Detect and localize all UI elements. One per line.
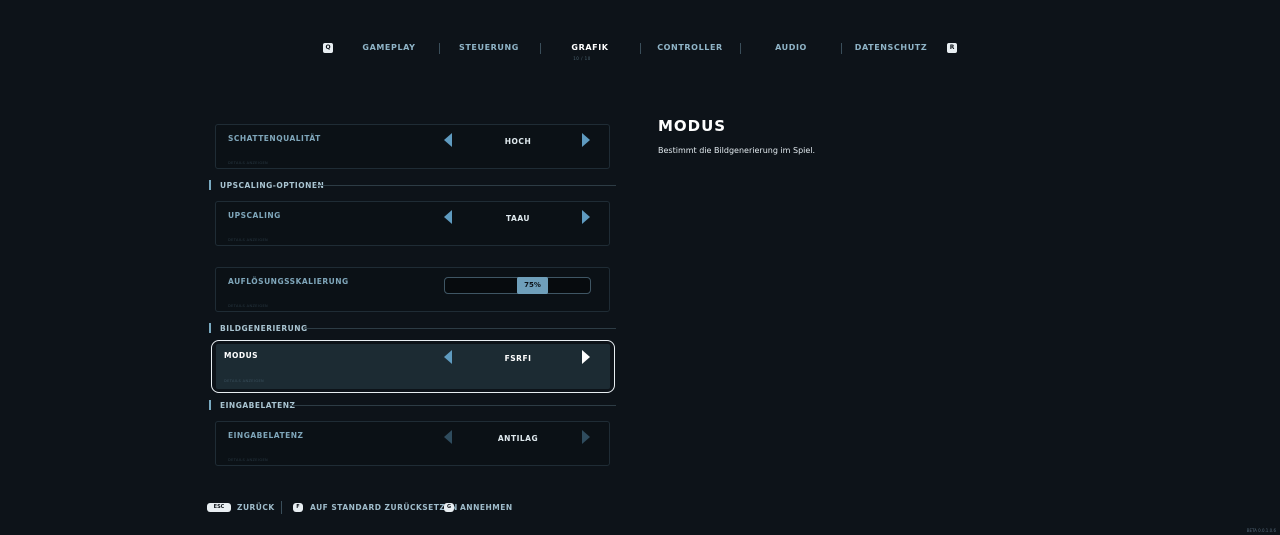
arrow-left-icon[interactable] xyxy=(444,350,452,364)
setting-label: AUFLÖSUNGSSKALIERUNG xyxy=(228,277,349,286)
tab-grafik-sublabel: 10 / 10 xyxy=(573,56,591,61)
arrow-left-icon[interactable] xyxy=(444,430,452,444)
reset-defaults-button[interactable]: AUF STANDARD ZURÜCKSETZEN xyxy=(310,503,458,512)
section-marker xyxy=(209,400,211,410)
section-divider xyxy=(289,405,616,406)
arrow-right-icon[interactable] xyxy=(582,430,590,444)
setting-value: HOCH xyxy=(504,137,532,146)
section-divider xyxy=(303,328,616,329)
esc-key[interactable]: ESC xyxy=(207,503,231,512)
setting-hint: DETAILS ANZEIGEN xyxy=(224,379,265,383)
setting-label: MODUS xyxy=(224,351,259,360)
setting-row-eingabelatenz[interactable]: EINGABELATENZ DETAILS ANZEIGEN ANTILAG xyxy=(215,421,610,466)
slider-thumb[interactable]: 75% xyxy=(517,277,548,294)
section-marker xyxy=(209,323,211,333)
setting-row-modus[interactable]: MODUS DETAILS ANZEIGEN FSRFI xyxy=(211,340,615,393)
next-tab-key[interactable]: R xyxy=(947,43,957,53)
resolution-scale-slider[interactable]: 75% xyxy=(444,277,591,294)
setting-value: ANTILAG xyxy=(497,434,539,443)
arrow-right-icon[interactable] xyxy=(582,210,590,224)
setting-label: SCHATTENQUALITÄT xyxy=(228,134,321,143)
setting-row-schattenqualitaet[interactable]: SCHATTENQUALITÄT DETAILS ANZEIGEN HOCH xyxy=(215,124,610,169)
tab-datenschutz[interactable]: DATENSCHUTZ xyxy=(831,43,951,52)
accept-key[interactable]: G xyxy=(444,503,454,512)
selected-row-highlight xyxy=(216,344,610,389)
section-title: BILDGENERIERUNG xyxy=(220,324,308,333)
arrow-left-icon[interactable] xyxy=(444,210,452,224)
arrow-right-icon[interactable] xyxy=(582,133,590,147)
build-version: BETA 0.0.1.0.6 xyxy=(1246,528,1276,533)
section-title: UPSCALING-OPTIONEN xyxy=(220,181,325,190)
setting-label: UPSCALING xyxy=(228,211,281,220)
section-marker xyxy=(209,180,211,190)
setting-hint: DETAILS ANZEIGEN xyxy=(228,304,269,308)
setting-hint: DETAILS ANZEIGEN xyxy=(228,458,269,462)
setting-row-aufloesungsskalierung[interactable]: AUFLÖSUNGSSKALIERUNG DETAILS ANZEIGEN 75… xyxy=(215,267,610,312)
setting-hint: DETAILS ANZEIGEN xyxy=(228,161,269,165)
setting-value: FSRFI xyxy=(504,354,532,363)
footer-divider xyxy=(281,501,282,514)
section-title: EINGABELATENZ xyxy=(220,401,296,410)
section-divider xyxy=(315,185,616,186)
section-header-upscaling: UPSCALING-OPTIONEN xyxy=(209,180,616,192)
reset-key[interactable]: F xyxy=(293,503,303,512)
setting-label: EINGABELATENZ xyxy=(228,431,304,440)
section-header-bildgenerierung: BILDGENERIERUNG xyxy=(209,323,616,335)
detail-description: Bestimmt die Bildgenerierung im Spiel. xyxy=(658,146,816,155)
setting-row-upscaling[interactable]: UPSCALING DETAILS ANZEIGEN TAAU xyxy=(215,201,610,246)
back-button[interactable]: ZURÜCK xyxy=(237,503,275,512)
setting-hint: DETAILS ANZEIGEN xyxy=(228,238,269,242)
detail-title: MODUS xyxy=(658,117,727,135)
setting-value: TAAU xyxy=(505,214,530,223)
arrow-right-icon[interactable] xyxy=(582,350,590,364)
section-header-eingabelatenz: EINGABELATENZ xyxy=(209,400,616,412)
accept-button[interactable]: ANNEHMEN xyxy=(460,503,513,512)
arrow-left-icon[interactable] xyxy=(444,133,452,147)
